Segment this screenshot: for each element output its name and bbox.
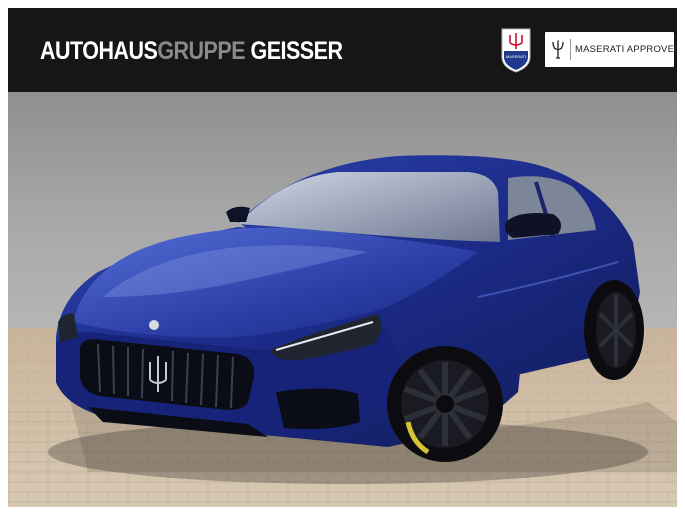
badge-divider (570, 39, 571, 60)
maserati-approved-badge: MASERATI APPROVED (545, 32, 677, 67)
dealer-logo-part2: GRUPPE (157, 37, 246, 65)
dealer-logo-part1: AUTOHAUS (40, 37, 158, 65)
dealer-logo: AUTOHAUSGRUPPE GEISSER (40, 36, 343, 66)
front-wheel (387, 346, 503, 462)
trident-icon (552, 40, 564, 59)
rear-wheel (584, 280, 644, 380)
car-photo (8, 92, 677, 507)
approved-label: MASERATI APPROVED (575, 44, 677, 55)
emblem-text: MASERATI (506, 54, 526, 59)
dealer-header-bar: AUTOHAUSGRUPPE GEISSER MASERATI MASERATI… (8, 8, 677, 92)
listing-image-frame: AUTOHAUSGRUPPE GEISSER MASERATI MASERATI… (8, 8, 677, 507)
maserati-emblem-icon: MASERATI (501, 28, 531, 73)
dealer-logo-part3: GEISSER (245, 37, 343, 65)
